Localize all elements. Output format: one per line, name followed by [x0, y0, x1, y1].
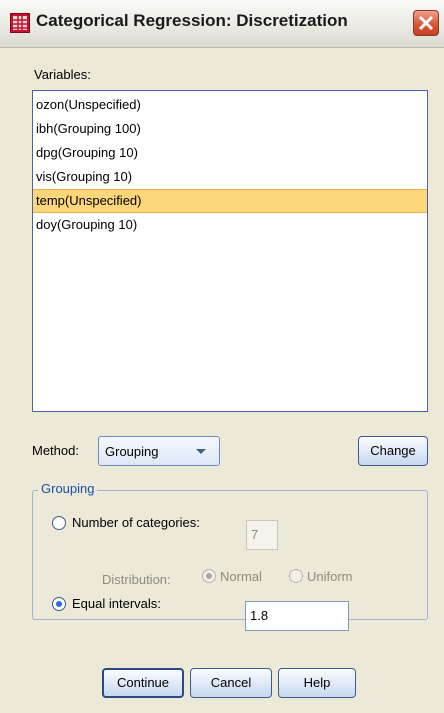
discretization-dialog: Categorical Regression: Discretization V…	[0, 0, 444, 713]
continue-button[interactable]: Continue	[102, 668, 184, 698]
distribution-uniform-radio[interactable]	[289, 569, 303, 583]
variables-listbox[interactable]: ozon(Unspecified) ibh(Grouping 100) dpg(Gr…	[32, 90, 428, 412]
distribution-uniform-label: Uniform	[307, 569, 353, 584]
close-button[interactable]	[413, 10, 439, 36]
variable-list-item[interactable]: ozon(Unspecified)	[33, 93, 427, 117]
change-button[interactable]: Change	[358, 436, 428, 466]
variable-list-item[interactable]: ibh(Grouping 100)	[33, 117, 427, 141]
grouping-title: Grouping	[38, 481, 98, 496]
number-of-categories-radio[interactable]	[52, 516, 66, 530]
distribution-label: Distribution:	[102, 572, 171, 587]
method-dropdown[interactable]: Grouping	[98, 436, 220, 466]
variable-list-item[interactable]: dpg(Grouping 10)	[33, 141, 427, 165]
app-grid-icon	[10, 13, 30, 33]
chevron-down-icon	[196, 449, 206, 454]
equal-intervals-input[interactable]: 1.8	[245, 601, 349, 631]
variable-list-item[interactable]: doy(Grouping 10)	[33, 213, 427, 237]
variable-list-item[interactable]: vis(Grouping 10)	[33, 165, 427, 189]
help-button[interactable]: Help	[278, 668, 356, 698]
cancel-button[interactable]: Cancel	[190, 668, 272, 698]
equal-intervals-radio[interactable]	[52, 597, 66, 611]
distribution-normal-radio[interactable]	[202, 569, 216, 583]
number-of-categories-label: Number of categories:	[72, 515, 200, 530]
method-value: Grouping	[105, 444, 159, 459]
variable-list-item[interactable]: temp(Unspecified)	[33, 189, 427, 213]
distribution-normal-label: Normal	[220, 569, 262, 584]
method-label: Method:	[32, 443, 79, 458]
close-icon	[418, 15, 434, 31]
variables-label: Variables:	[34, 67, 91, 82]
title-bar[interactable]: Categorical Regression: Discretization	[0, 0, 444, 48]
equal-intervals-label: Equal intervals:	[72, 596, 161, 611]
window-title: Categorical Regression: Discretization	[36, 11, 348, 30]
number-of-categories-input[interactable]: 7	[246, 520, 278, 550]
